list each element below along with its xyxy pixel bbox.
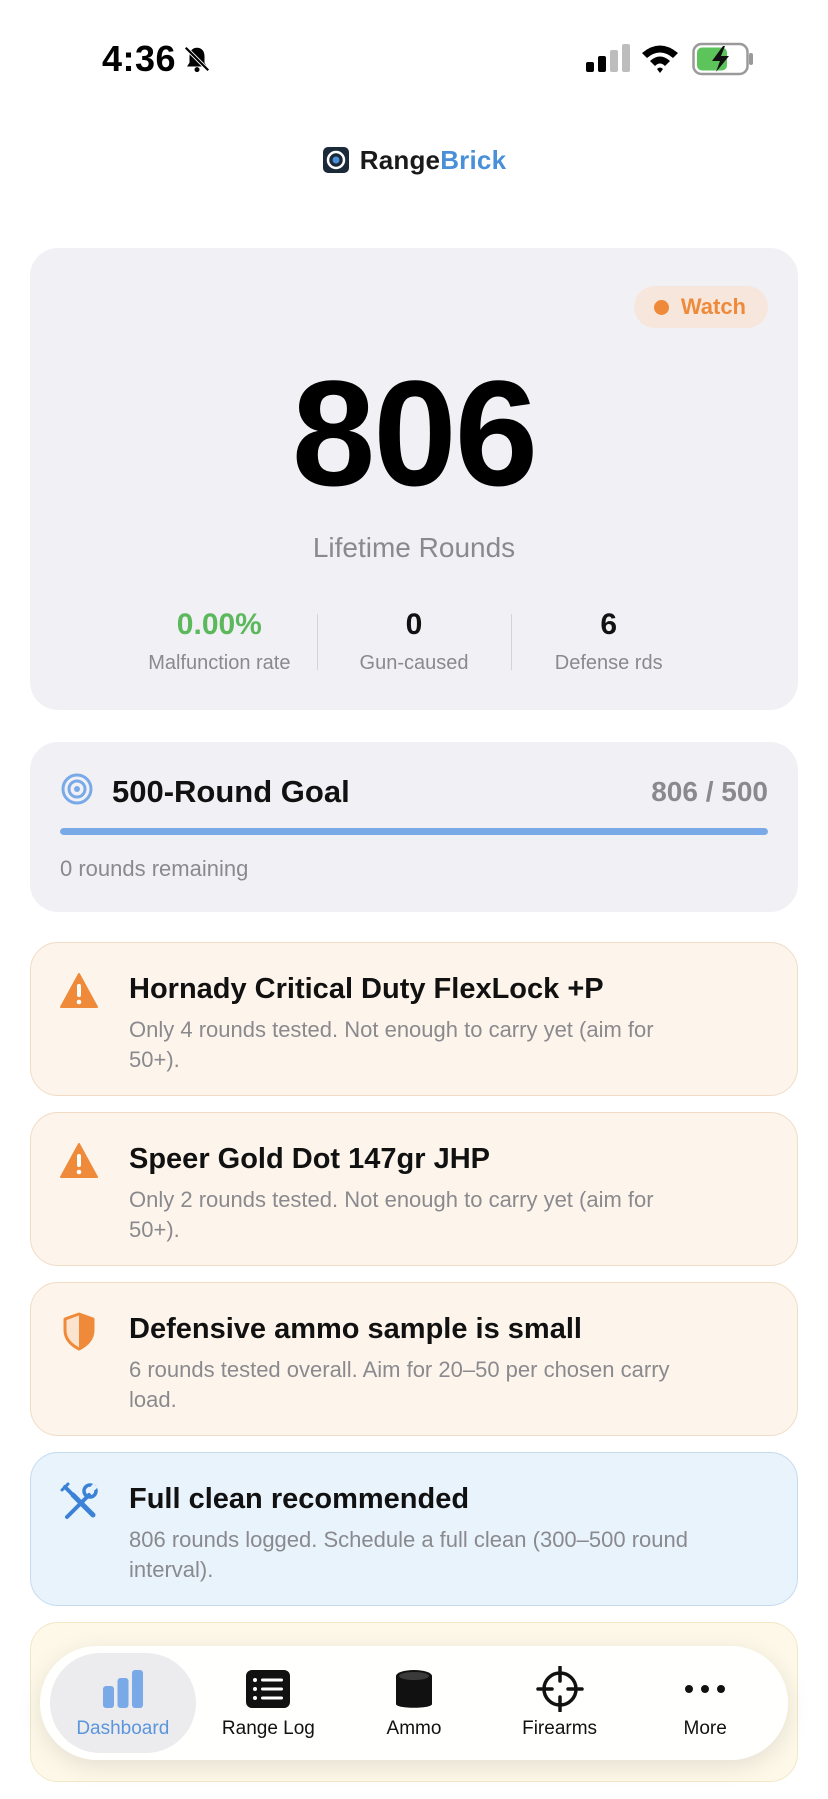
lifetime-rounds-count: 806 [291, 349, 538, 517]
goal-progress-fill [60, 828, 768, 835]
wifi-icon [642, 45, 678, 73]
alert-title: Defensive ammo sample is small [129, 1313, 582, 1345]
alert-text: 6 rounds tested overall. Aim for 20–50 p… [129, 1357, 670, 1412]
alert-title: Hornady Critical Duty FlexLock +P [129, 973, 604, 1005]
alert-title: Full clean recommended [129, 1483, 470, 1515]
watch-status-badge[interactable]: Watch [633, 286, 768, 328]
round-goal-card[interactable]: 500-Round Goal 806 / 500 0 rounds remain… [30, 742, 798, 912]
tab-range-log[interactable]: Range Log [196, 1653, 342, 1753]
logo-text: RangeBrick [359, 144, 507, 175]
alert-card-defensive-sample[interactable]: Defensive ammo sample is small 6 rounds … [30, 1282, 798, 1436]
status-time: 4:36 [102, 38, 177, 79]
stats-row: 0.00% Malfunction rate 0 Gun-caused 6 De… [122, 608, 706, 678]
bottom-tab-bar: Dashboard Range Log Ammo Firearms More [40, 1646, 788, 1760]
goal-progress-text: 806 / 500 [651, 776, 768, 807]
warning-triangle-icon [60, 1143, 98, 1178]
cellular-signal-icon [586, 44, 630, 72]
target-icon [61, 773, 93, 805]
alert-card-full-clean[interactable]: Full clean recommended 806 rounds logged… [30, 1452, 798, 1606]
alert-text: 806 rounds logged. Schedule a full clean… [129, 1527, 688, 1582]
goal-remaining: 0 rounds remaining [60, 856, 249, 881]
shield-icon [63, 1312, 95, 1351]
tab-firearms[interactable]: Firearms [487, 1653, 633, 1753]
status-bar: 4:36 [0, 0, 828, 110]
lifetime-rounds-card: Watch 806 Lifetime Rounds 0.00% Malfunct… [30, 248, 798, 710]
lifetime-rounds-caption: Lifetime Rounds [312, 532, 516, 563]
more-dots-icon [685, 1685, 726, 1693]
bar-chart-icon [102, 1670, 143, 1708]
gear-target-logo-icon [322, 147, 349, 173]
stat-gun-caused: 0 Gun-caused [316, 608, 512, 678]
alert-text: Only 4 rounds tested. Not enough to carr… [129, 1017, 654, 1072]
tab-ammo[interactable]: Ammo [341, 1653, 487, 1753]
stat-defense-rounds: 6 Defense rds [511, 608, 706, 678]
warning-triangle-icon [60, 973, 98, 1008]
app-logo: RangeBrick [0, 140, 828, 180]
goal-progress-bar [60, 828, 768, 835]
alert-card-hornady[interactable]: Hornady Critical Duty FlexLock +P Only 4… [30, 942, 798, 1096]
bell-muted-icon [184, 46, 210, 73]
alert-title: Speer Gold Dot 147gr JHP [129, 1143, 490, 1175]
tab-dashboard[interactable]: Dashboard [50, 1653, 196, 1753]
alert-text: Only 2 rounds tested. Not enough to carr… [129, 1187, 654, 1242]
tab-more[interactable]: More [632, 1653, 778, 1753]
ammo-can-icon [395, 1670, 432, 1708]
status-dot-icon [653, 299, 669, 315]
goal-title: 500-Round Goal [112, 774, 350, 809]
tools-icon [60, 1482, 98, 1519]
battery-charging-icon [692, 42, 753, 76]
alert-card-speer[interactable]: Speer Gold Dot 147gr JHP Only 2 rounds t… [30, 1112, 798, 1266]
list-icon [246, 1670, 291, 1708]
stat-malfunction-rate: 0.00% Malfunction rate [148, 608, 291, 674]
crosshair-icon [535, 1666, 584, 1712]
